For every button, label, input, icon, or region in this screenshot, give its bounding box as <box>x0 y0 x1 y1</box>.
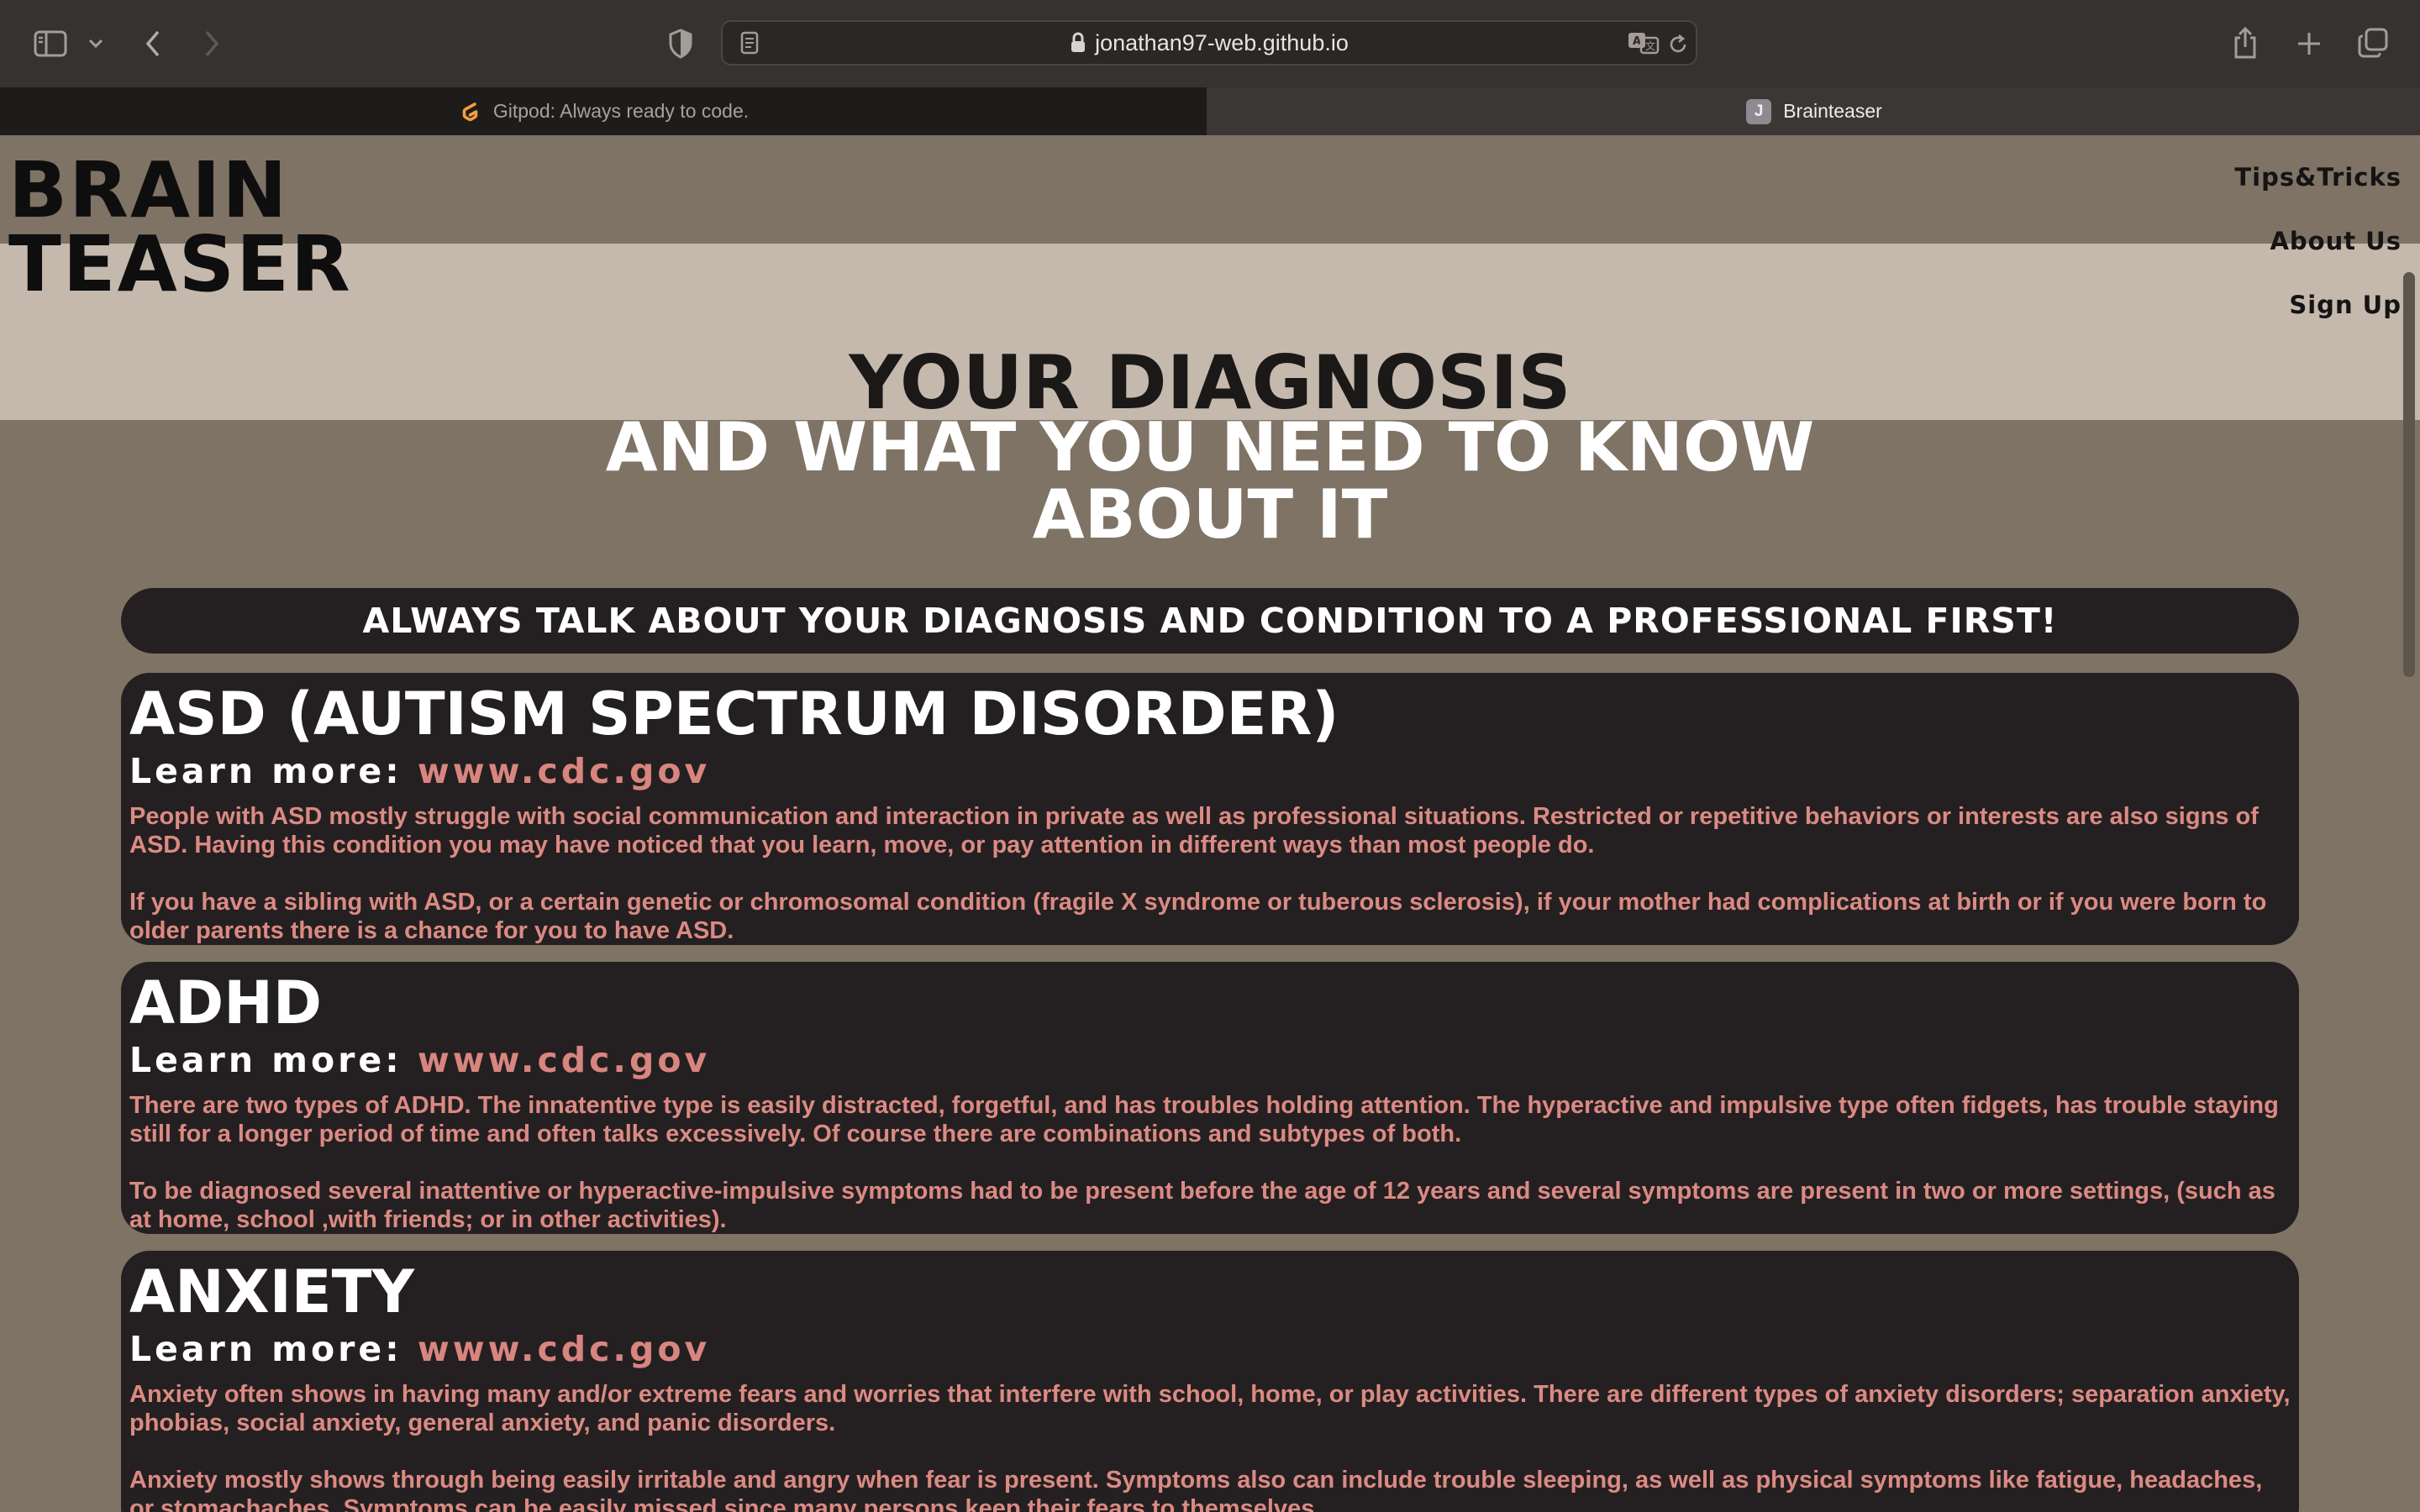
learn-more-link[interactable]: www.cdc.gov <box>418 751 710 791</box>
new-tab-icon[interactable] <box>2294 27 2324 60</box>
nav-tips-tricks[interactable]: Tips&Tricks <box>2234 145 2402 209</box>
logo-line-2: TEASER <box>8 219 352 309</box>
diagnosis-card-asd: ASD (AUTISM SPECTRUM DISORDER) Learn mor… <box>121 673 2299 945</box>
chevron-down-icon[interactable] <box>86 32 106 55</box>
translate-icon[interactable]: A文 <box>1627 30 1660 55</box>
hero-title-line-2: AND WHAT YOU NEED TO KNOW <box>605 408 1815 486</box>
main-nav: Tips&Tricks About Us Sign Up <box>2234 145 2402 337</box>
learn-more-label: Learn more: <box>129 1329 418 1369</box>
nav-sign-up[interactable]: Sign Up <box>2234 273 2402 337</box>
learn-more-line: Learn more: www.cdc.gov <box>129 748 2291 794</box>
nav-about-us[interactable]: About Us <box>2234 209 2402 273</box>
learn-more-line: Learn more: www.cdc.gov <box>129 1037 2291 1083</box>
tab-title: Brainteaser <box>1783 100 1882 122</box>
card-title: ADHD <box>129 969 322 1037</box>
svg-text:文: 文 <box>1645 39 1655 52</box>
url-text: jonathan97-web.github.io <box>1095 29 1349 55</box>
diagnosis-card-anxiety: ANXIETY Learn more: www.cdc.gov Anxiety … <box>121 1251 2299 1512</box>
learn-more-line: Learn more: www.cdc.gov <box>129 1326 2291 1372</box>
page-scrollbar[interactable] <box>2403 272 2415 677</box>
learn-more-label: Learn more: <box>129 751 418 791</box>
tab-brainteaser[interactable]: J Brainteaser <box>1208 87 2420 135</box>
learn-more-link[interactable]: www.cdc.gov <box>418 1040 710 1080</box>
sidebar-toggle-icon[interactable] <box>32 27 69 60</box>
card-paragraph: Anxiety often shows in having many and/o… <box>129 1381 2291 1436</box>
hero-title-line-3: ABOUT IT <box>1032 475 1388 554</box>
learn-more-link[interactable]: www.cdc.gov <box>418 1329 710 1369</box>
tab-overview-icon[interactable] <box>2356 25 2390 60</box>
back-icon[interactable] <box>139 25 166 62</box>
tab-title: Gitpod: Always ready to code. <box>492 100 750 122</box>
privacy-shield-icon[interactable] <box>666 27 696 60</box>
card-paragraph: There are two types of ADHD. The innaten… <box>129 1092 2279 1147</box>
card-paragraph: People with ASD mostly struggle with soc… <box>129 803 2259 858</box>
diagnosis-card-adhd: ADHD Learn more: www.cdc.gov There are t… <box>121 962 2299 1234</box>
share-icon[interactable] <box>2230 24 2260 62</box>
svg-text:A: A <box>1633 35 1641 48</box>
url-text-wrap: jonathan97-web.github.io <box>723 22 1696 64</box>
lock-icon <box>1071 32 1086 52</box>
forward-icon[interactable] <box>198 25 225 62</box>
tab-gitpod[interactable]: Gitpod: Always ready to code. <box>0 87 1208 135</box>
address-bar[interactable]: jonathan97-web.github.io A文 <box>721 20 1697 66</box>
reload-icon[interactable] <box>1665 32 1691 57</box>
browser-toolbar: jonathan97-web.github.io A文 <box>0 0 2420 88</box>
card-paragraph: To be diagnosed several inattentive or h… <box>129 1178 2275 1233</box>
gitpod-icon <box>462 102 478 121</box>
card-paragraph: If you have a sibling with ASD, or a cer… <box>129 889 2267 944</box>
tab-bar: Gitpod: Always ready to code. J Braintea… <box>0 87 2420 135</box>
site-logo[interactable]: BRAIN TEASER <box>8 152 352 303</box>
card-paragraph: Anxiety mostly shows through being easil… <box>129 1467 2263 1512</box>
site-favicon-icon: J <box>1746 98 1772 124</box>
card-title: ANXIETY <box>129 1257 415 1326</box>
page-viewport: BRAIN TEASER Tips&Tricks About Us Sign U… <box>0 135 2420 1512</box>
learn-more-label: Learn more: <box>129 1040 418 1080</box>
card-title: ASD (AUTISM SPECTRUM DISORDER) <box>129 680 1339 748</box>
professional-warning-banner: ALWAYS TALK ABOUT YOUR DIAGNOSIS AND CON… <box>121 588 2299 654</box>
